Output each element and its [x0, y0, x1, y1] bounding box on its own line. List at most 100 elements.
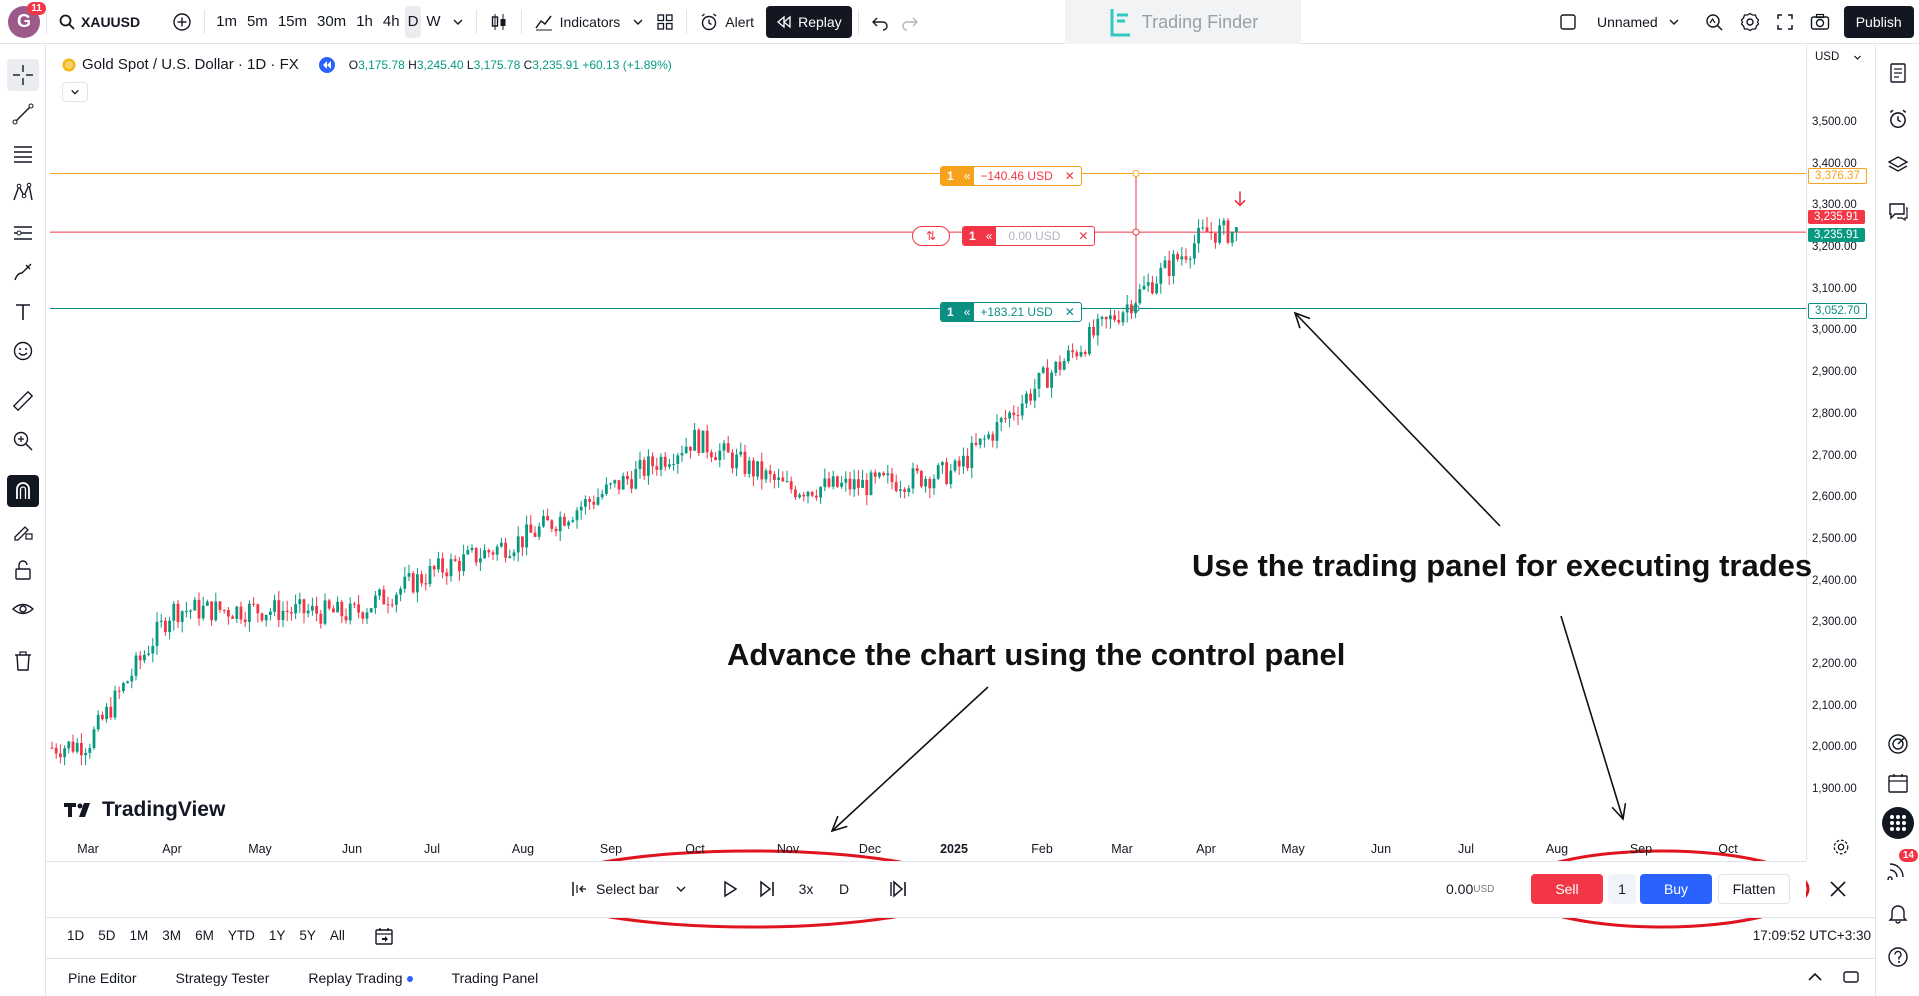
close-position-icon[interactable]: ✕ [1072, 227, 1094, 245]
candle-body [1180, 256, 1184, 260]
sl-cancel-icon[interactable]: ✕ [1059, 303, 1081, 321]
range-3m[interactable]: 3M [155, 928, 188, 943]
alerts-button[interactable] [1882, 103, 1914, 135]
tab-trading-panel[interactable]: Trading Panel [430, 970, 556, 986]
range-6m[interactable]: 6M [188, 928, 221, 943]
candle-body [222, 609, 226, 611]
candle-body [361, 612, 365, 619]
candle-body [1016, 415, 1020, 417]
annotation-arrow-trading [1560, 615, 1624, 820]
candle-body [978, 438, 982, 445]
time-axis-settings-button[interactable] [1832, 838, 1852, 858]
currency-selector[interactable]: USD [1815, 51, 1862, 63]
price-label: 3,500.00 [1812, 116, 1857, 128]
candle-body [126, 681, 129, 684]
help-button[interactable] [1882, 941, 1914, 973]
candle-body [596, 497, 600, 505]
candle-body [357, 604, 360, 613]
annotation-trading-panel: Use the trading panel for executing trad… [1192, 548, 1813, 583]
goto-date-button[interactable] [374, 926, 394, 946]
candle-body [600, 493, 604, 498]
select-bar-button[interactable]: Select bar [570, 874, 687, 904]
bracket-handle [1132, 170, 1140, 178]
bell-icon [1888, 905, 1908, 924]
close-icon [1830, 881, 1846, 897]
candle-body [319, 613, 323, 624]
time-label: Sep [599, 842, 623, 856]
candle-body [176, 603, 180, 623]
watchlist-button[interactable] [1882, 57, 1914, 89]
candle-body [861, 479, 864, 488]
clock[interactable]: 17:09:52 UTC+3:30 [1753, 928, 1871, 943]
candle-body [449, 559, 453, 577]
calendar-button[interactable] [1882, 767, 1914, 799]
tp-cancel-icon[interactable]: ✕ [1059, 167, 1081, 185]
products-button[interactable] [1882, 807, 1914, 839]
collapse-panel-button[interactable] [1806, 968, 1824, 989]
candle-body [1012, 412, 1016, 416]
maximize-panel-button[interactable] [1842, 968, 1860, 989]
candle-body [558, 516, 562, 532]
replay-bar-arrow [1234, 191, 1246, 207]
candle-body [869, 472, 873, 495]
candle-body [932, 478, 936, 489]
take-profit-order-tag[interactable]: 1 « −140.46 USD ✕ [940, 166, 1082, 186]
candle-body [722, 443, 726, 451]
candle-body [390, 604, 394, 606]
reverse-position-button[interactable]: ⇅ [912, 226, 950, 246]
stop-loss-order-tag[interactable]: 1 « +183.21 USD ✕ [940, 302, 1082, 322]
candle-body [281, 610, 285, 621]
range-ytd[interactable]: YTD [221, 928, 262, 943]
candle-body [63, 748, 66, 758]
ideas-stream-button[interactable]: 14 [1882, 849, 1918, 885]
candle-body [88, 748, 92, 753]
candle-body [848, 478, 852, 490]
tab-pine-editor[interactable]: Pine Editor [46, 970, 153, 986]
replay-speed-button[interactable]: 3x [792, 874, 820, 904]
candle-body [432, 566, 436, 570]
range-5y[interactable]: 5Y [292, 928, 323, 943]
chevron-down-icon [676, 886, 686, 892]
range-all[interactable]: All [323, 928, 352, 943]
tab-strategy-tester[interactable]: Strategy Tester [153, 970, 286, 986]
range-5d[interactable]: 5D [91, 928, 122, 943]
candle-body [420, 574, 423, 584]
candle-body [92, 729, 96, 749]
buy-button[interactable]: Buy [1640, 874, 1712, 904]
quantity-input[interactable]: 1 [1608, 874, 1636, 904]
range-1d[interactable]: 1D [60, 928, 91, 943]
candle-body [458, 560, 461, 572]
step-forward-button[interactable] [754, 874, 782, 904]
candle-body [71, 741, 75, 752]
flatten-button[interactable]: Flatten [1718, 874, 1790, 904]
play-button[interactable] [716, 874, 744, 904]
candle-body [1067, 350, 1070, 362]
replay-interval-button[interactable]: D [830, 874, 858, 904]
candle-body [1142, 285, 1146, 290]
candle-body [218, 601, 222, 610]
candle-body [491, 552, 495, 555]
sell-button[interactable]: Sell [1531, 874, 1603, 904]
candle-body [1235, 227, 1238, 232]
notifications-button[interactable] [1882, 897, 1914, 929]
candle-body [764, 470, 768, 480]
close-replay-button[interactable] [1823, 874, 1853, 904]
candle-body [579, 506, 583, 511]
jump-to-realtime-button[interactable] [884, 874, 912, 904]
bottom-panel-tabs: Pine Editor Strategy Tester Replay Trading… [46, 958, 1875, 996]
candle-body [1205, 227, 1209, 232]
candle-body [336, 601, 339, 613]
chats-button[interactable] [1882, 195, 1914, 227]
entry-position-tag[interactable]: 1 « 0.00 USD ✕ [962, 226, 1096, 246]
candle-body [462, 554, 465, 572]
screener-button[interactable] [1882, 728, 1914, 760]
jump-end-icon [890, 880, 906, 898]
candle-body [487, 550, 491, 553]
tab-replay-trading[interactable]: Replay Trading [286, 970, 429, 986]
candle-body [67, 741, 71, 749]
range-1m[interactable]: 1M [123, 928, 156, 943]
candle-body [865, 479, 869, 495]
object-tree-button[interactable] [1882, 149, 1914, 181]
range-1y[interactable]: 1Y [262, 928, 293, 943]
candle-body [911, 468, 915, 489]
